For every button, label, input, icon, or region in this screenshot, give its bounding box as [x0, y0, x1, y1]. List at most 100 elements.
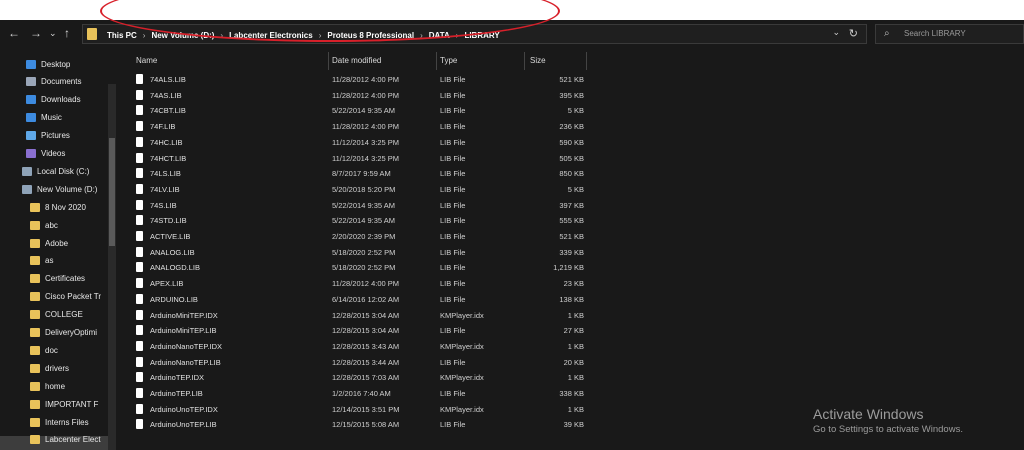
table-row[interactable]: ArduinoMiniTEP.LIB 12/28/2015 3:04 AM LIB …	[124, 323, 594, 339]
breadcrumb-separator-chevron-icon[interactable]: ›	[143, 31, 146, 40]
file-date-modified: 11/28/2012 4:00 PM	[332, 279, 399, 289]
music-icon	[26, 113, 36, 123]
breadcrumb-separator-chevron-icon[interactable]: ›	[319, 31, 322, 40]
file-icon	[136, 246, 143, 257]
nav-item[interactable]: Labcenter Elect	[30, 432, 101, 448]
table-row[interactable]: 74HC.LIB 11/12/2014 3:25 PM LIB File 590 KB	[124, 135, 594, 151]
nav-item[interactable]: IMPORTANT F	[30, 396, 98, 412]
up-arrow-icon[interactable]: ↑	[64, 25, 70, 41]
nav-item[interactable]: drivers	[30, 360, 69, 376]
nav-item[interactable]: Local Disk (C:)	[22, 163, 89, 179]
breadcrumb-separator-chevron-icon[interactable]: ›	[420, 31, 423, 40]
table-row[interactable]: APEX.LIB 11/28/2012 4:00 PM LIB File 23 KB	[124, 276, 594, 292]
breadcrumb-item[interactable]: Proteus 8 Professional	[327, 31, 414, 40]
file-date-modified: 5/18/2020 2:52 PM	[332, 247, 396, 257]
table-row[interactable]: ArduinoNanoTEP.LIB 12/28/2015 3:44 AM LIB …	[124, 355, 594, 371]
table-row[interactable]: ArduinoUnoTEP.IDX 12/14/2015 3:51 PM KMPla…	[124, 402, 594, 418]
column-header-date-modified[interactable]: Date modified	[332, 54, 381, 68]
address-row: ← → ⌄ ↑ This PC › New Volume (D:) › Labcente…	[0, 20, 1024, 48]
file-date-modified: 1/2/2016 7:40 AM	[332, 389, 391, 398]
nav-item[interactable]: Certificates	[30, 271, 85, 287]
column-divider[interactable]	[328, 52, 329, 70]
file-icon	[136, 231, 143, 241]
back-arrow-icon[interactable]: ←	[8, 25, 20, 41]
table-row[interactable]: 74AS.LIB 11/28/2012 4:00 PM LIB File 395 KB	[124, 88, 594, 104]
forward-arrow-icon[interactable]: →	[30, 25, 42, 41]
table-row[interactable]: ArduinoTEP.LIB 1/2/2016 7:40 AM LIB File 33…	[124, 386, 594, 402]
table-row[interactable]: ANALOG.LIB 5/18/2020 2:52 PM LIB File 339 K…	[124, 245, 594, 261]
recent-locations-chevron-icon[interactable]: ⌄	[49, 25, 57, 41]
table-row[interactable]: 74CBT.LIB 5/22/2014 9:35 AM LIB File 5 KB	[124, 103, 594, 119]
nav-item[interactable]: Music	[26, 110, 62, 126]
nav-item[interactable]: Cisco Packet Tr	[30, 289, 101, 305]
table-row[interactable]: 74ALS.LIB 11/28/2012 4:00 PM LIB File 521 K…	[124, 72, 594, 88]
table-row[interactable]: 74HCT.LIB 11/12/2014 3:25 PM LIB File 505 K…	[124, 151, 594, 167]
folder-icon	[30, 345, 40, 355]
nav-item[interactable]: DeliveryOptimi	[30, 325, 97, 341]
top-margin	[0, 0, 1024, 20]
breadcrumb-item[interactable]: LIBRARY	[464, 31, 499, 40]
breadcrumb-item[interactable]: Labcenter Electronics	[229, 31, 313, 40]
file-date-modified: 11/28/2012 4:00 PM	[332, 90, 399, 100]
file-icon	[136, 74, 143, 84]
nav-scrollbar[interactable]	[108, 84, 116, 450]
breadcrumb-item[interactable]: DATA	[429, 31, 450, 40]
file-date-modified: 12/15/2015 5:08 AM	[332, 420, 400, 430]
file-name: ArduinoTEP.IDX	[150, 373, 205, 383]
address-bar[interactable]: This PC › New Volume (D:) › Labcenter Electr…	[82, 24, 867, 44]
nav-item[interactable]: COLLEGE	[30, 307, 83, 323]
table-row[interactable]: 74LS.LIB 8/7/2017 9:59 AM LIB File 850 KB	[124, 166, 594, 182]
table-row[interactable]: ArduinoNanoTEP.IDX 12/28/2015 3:43 AM KMPl…	[124, 339, 594, 355]
address-dropdown-chevron-icon[interactable]: ⌄	[832, 27, 840, 38]
table-row[interactable]: ARDUINO.LIB 6/14/2016 12:02 AM LIB File 138…	[124, 292, 594, 308]
file-type: KMPlayer.idx	[440, 373, 484, 383]
drive-icon	[22, 166, 32, 176]
table-row[interactable]: 74STD.LIB 5/22/2014 9:35 AM LIB File 555 KB	[124, 213, 594, 229]
nav-item[interactable]: Videos	[26, 146, 65, 162]
nav-item-label: doc	[45, 345, 58, 355]
file-size: 39 KB	[563, 420, 584, 430]
nav-item[interactable]: doc	[30, 342, 58, 358]
nav-item[interactable]: as	[30, 253, 53, 269]
refresh-icon[interactable]: ↻	[849, 27, 858, 40]
nav-item[interactable]: Interns Files	[30, 414, 89, 430]
nav-scrollbar-thumb[interactable]	[109, 138, 115, 246]
table-row[interactable]: ArduinoUnoTEP.LIB 12/15/2015 5:08 AM LIB F…	[124, 417, 594, 433]
table-row[interactable]: ACTIVE.LIB 2/20/2020 2:39 PM LIB File 521 K…	[124, 229, 594, 245]
nav-item[interactable]: Adobe	[30, 235, 68, 251]
breadcrumb-separator-chevron-icon[interactable]: ›	[456, 31, 459, 40]
nav-item[interactable]: 8 Nov 2020	[30, 199, 86, 215]
nav-item[interactable]: home	[30, 378, 65, 394]
file-size: 236 KB	[559, 122, 584, 132]
table-row[interactable]: 74S.LIB 5/22/2014 9:35 AM LIB File 397 KB	[124, 198, 594, 214]
column-divider[interactable]	[586, 52, 587, 70]
folder-icon	[30, 274, 40, 284]
column-header-name[interactable]: Name	[136, 54, 157, 68]
file-type: KMPlayer.idx	[440, 404, 484, 414]
file-type: LIB File	[440, 326, 466, 336]
table-row[interactable]: 74LV.LIB 5/20/2018 5:20 PM LIB File 5 KB	[124, 182, 594, 198]
table-row[interactable]: ArduinoTEP.IDX 12/28/2015 7:03 AM KMPlayer…	[124, 370, 594, 386]
breadcrumb-item[interactable]: New Volume (D:)	[151, 31, 214, 40]
nav-item[interactable]: Documents	[26, 74, 81, 90]
column-divider[interactable]	[436, 52, 437, 70]
breadcrumb-separator-chevron-icon[interactable]: ›	[220, 31, 223, 40]
column-header-type[interactable]: Type	[440, 54, 457, 68]
table-row[interactable]: ANALOGD.LIB 5/18/2020 2:52 PM LIB File 1,21…	[124, 260, 594, 276]
file-name: 74S.LIB	[150, 200, 177, 210]
file-size: 1 KB	[567, 310, 584, 320]
breadcrumb-item[interactable]: This PC	[107, 31, 137, 40]
table-row[interactable]: ArduinoMiniTEP.IDX 12/28/2015 3:04 AM KMPl…	[124, 308, 594, 324]
nav-item[interactable]: New Volume (D:)	[22, 181, 97, 197]
table-row[interactable]: 74F.LIB 11/28/2012 4:00 PM LIB File 236 KB	[124, 119, 594, 135]
search-input[interactable]: ⌕ Search LIBRARY	[875, 24, 1024, 44]
file-type: KMPlayer.idx	[440, 341, 484, 351]
nav-item[interactable]: abc	[30, 217, 58, 233]
nav-item[interactable]: Pictures	[26, 128, 70, 144]
nav-item-label: Videos	[41, 149, 66, 158]
nav-item[interactable]: Downloads	[26, 92, 81, 108]
column-header-size[interactable]: Size	[530, 54, 546, 68]
nav-item-label: drivers	[45, 363, 70, 373]
column-divider[interactable]	[524, 52, 525, 70]
nav-item[interactable]: Desktop	[26, 56, 70, 72]
